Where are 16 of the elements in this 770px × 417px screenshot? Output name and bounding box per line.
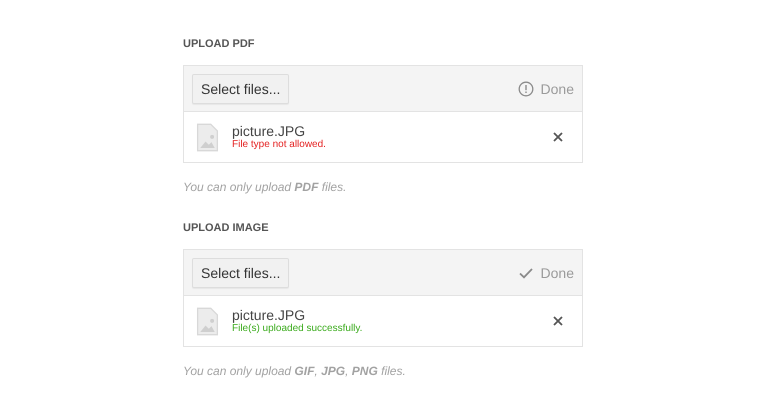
- select-files-button[interactable]: Select files...: [192, 74, 290, 104]
- image-file-icon: [196, 122, 219, 152]
- section-heading: UPLOAD IMAGE: [183, 222, 270, 236]
- hint-text: You can only upload PDF files.: [183, 180, 348, 194]
- status-label: Done: [540, 80, 574, 96]
- status-label: Done: [540, 264, 574, 280]
- section-heading: UPLOAD PDF: [183, 38, 256, 52]
- hint-text: You can only upload GIF, JPG, PNG files.: [183, 364, 407, 378]
- file-status-message: File(s) uploaded successfully.: [232, 323, 364, 335]
- close-icon[interactable]: [553, 132, 563, 142]
- image-file-icon: [196, 306, 219, 336]
- file-name: picture.JPG: [232, 307, 306, 323]
- select-files-button[interactable]: Select files...: [192, 258, 290, 288]
- file-name: picture.JPG: [232, 123, 306, 139]
- close-icon[interactable]: [553, 316, 563, 326]
- file-status-message: File type not allowed.: [232, 139, 327, 151]
